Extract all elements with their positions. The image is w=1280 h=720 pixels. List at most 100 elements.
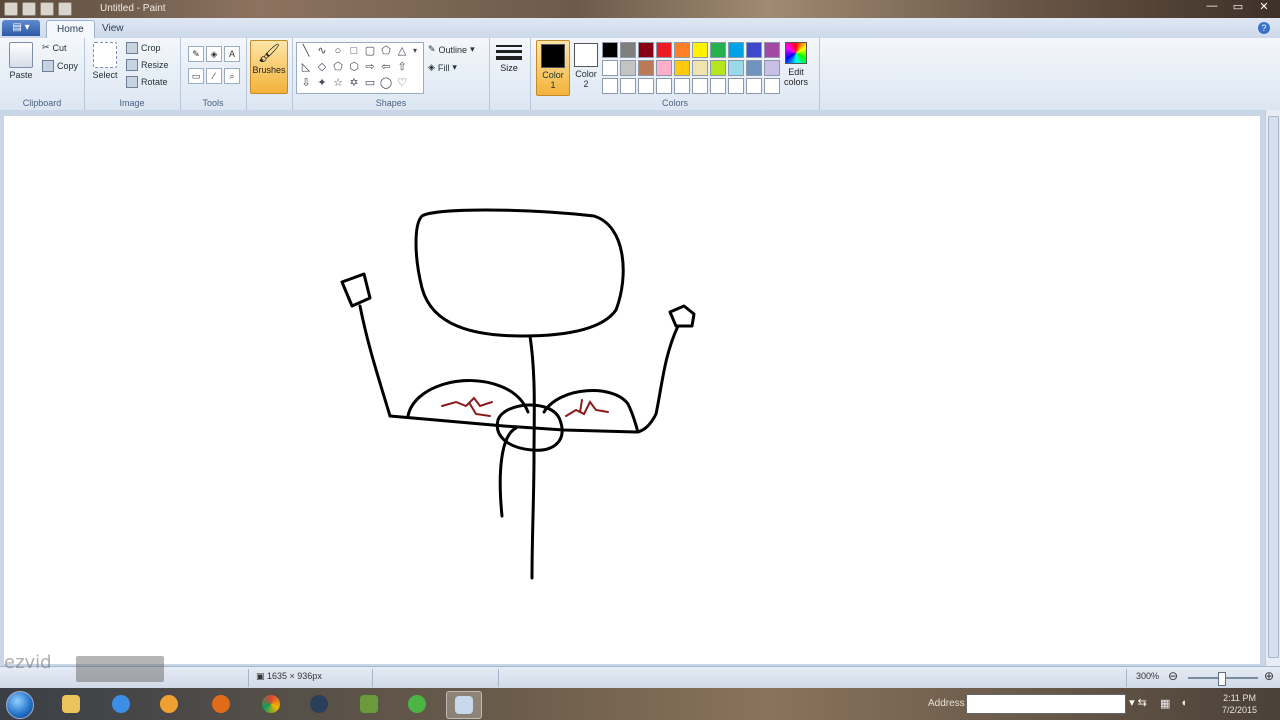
paste-button[interactable]: Paste: [6, 42, 36, 80]
text-tool-icon[interactable]: A: [224, 46, 240, 62]
taskbar-media-player[interactable]: [152, 691, 186, 717]
network-icon[interactable]: ▦: [1160, 697, 1170, 710]
triangle-shape-icon[interactable]: △: [395, 44, 409, 58]
down-arrow-shape-icon[interactable]: ⇩: [299, 76, 313, 90]
brushes-button[interactable]: 🖌 Brushes: [250, 40, 288, 94]
palette-swatch[interactable]: [656, 78, 672, 94]
pentagon-shape-icon[interactable]: ⬠: [331, 60, 345, 74]
right-triangle-shape-icon[interactable]: ◺: [299, 60, 313, 74]
copy-button[interactable]: Copy: [42, 60, 78, 72]
color2-button[interactable]: Color 2: [570, 40, 602, 94]
oval-shape-icon[interactable]: ○: [331, 44, 345, 58]
taskbar-steam[interactable]: [302, 691, 336, 717]
size-button[interactable]: Size: [494, 42, 524, 73]
five-point-star-icon[interactable]: ☆: [331, 76, 345, 90]
callout-rect-icon[interactable]: ▭: [363, 76, 377, 90]
zoom-in-icon[interactable]: ⊕: [1264, 669, 1274, 683]
taskbar-explorer[interactable]: [54, 691, 88, 717]
palette-swatch[interactable]: [620, 78, 636, 94]
palette-swatch[interactable]: [656, 42, 672, 58]
up-arrow-shape-icon[interactable]: ⇧: [395, 60, 409, 74]
zoom-slider[interactable]: [1188, 672, 1258, 686]
six-point-star-icon[interactable]: ✡: [347, 76, 361, 90]
palette-swatch[interactable]: [602, 42, 618, 58]
rotate-button[interactable]: Rotate: [126, 76, 168, 88]
palette-swatch[interactable]: [674, 60, 690, 76]
tab-home[interactable]: Home: [46, 20, 95, 39]
taskbar-firefox[interactable]: [204, 691, 238, 717]
palette-swatch[interactable]: [674, 78, 690, 94]
vertical-scrollbar[interactable]: [1265, 110, 1280, 666]
color1-button[interactable]: Color 1: [536, 40, 570, 96]
callout-oval-icon[interactable]: ◯: [379, 76, 393, 90]
zoom-slider-knob[interactable]: [1218, 672, 1226, 686]
color-picker-icon[interactable]: ⁄: [206, 68, 222, 84]
paint-app-icon[interactable]: [4, 2, 18, 16]
minimize-button[interactable]: —: [1202, 0, 1222, 13]
address-input[interactable]: [966, 694, 1126, 714]
fill-button[interactable]: ◈ Fill ▾: [428, 62, 457, 73]
hexagon-shape-icon[interactable]: ⬡: [347, 60, 361, 74]
palette-swatch[interactable]: [746, 78, 762, 94]
palette-swatch[interactable]: [710, 60, 726, 76]
right-arrow-shape-icon[interactable]: ⇨: [363, 60, 377, 74]
palette-swatch[interactable]: [620, 42, 636, 58]
magnifier-icon[interactable]: ⌕: [224, 68, 240, 84]
palette-swatch[interactable]: [692, 42, 708, 58]
volume-icon[interactable]: ◖: [1180, 697, 1187, 710]
palette-swatch[interactable]: [710, 78, 726, 94]
taskbar-chrome[interactable]: [254, 691, 288, 717]
pencil-icon[interactable]: ✎: [188, 46, 204, 62]
heart-shape-icon[interactable]: ♡: [395, 76, 409, 90]
palette-swatch[interactable]: [692, 60, 708, 76]
palette-swatch[interactable]: [746, 60, 762, 76]
select-button[interactable]: Select: [90, 42, 120, 80]
taskbar-spotify[interactable]: [400, 691, 434, 717]
crop-button[interactable]: Crop: [126, 42, 161, 54]
rectangle-shape-icon[interactable]: □: [347, 44, 361, 58]
line-shape-icon[interactable]: ╲: [299, 44, 313, 58]
diamond-shape-icon[interactable]: ◇: [315, 60, 329, 74]
palette-swatch[interactable]: [728, 42, 744, 58]
taskbar-minecraft[interactable]: [352, 691, 386, 717]
palette-swatch[interactable]: [638, 60, 654, 76]
palette-swatch[interactable]: [692, 78, 708, 94]
palette-swatch[interactable]: [764, 42, 780, 58]
taskbar-internet-explorer[interactable]: [104, 691, 138, 717]
file-menu-button[interactable]: ▤ ▾: [2, 20, 40, 36]
clock[interactable]: 2:11 PM 7/2/2015: [1222, 692, 1257, 716]
palette-swatch[interactable]: [764, 78, 780, 94]
fill-bucket-icon[interactable]: ◈: [206, 46, 222, 62]
maximize-button[interactable]: ▭: [1228, 0, 1248, 13]
start-button[interactable]: [6, 691, 34, 719]
cut-button[interactable]: ✂ Cut: [42, 42, 67, 53]
palette-swatch[interactable]: [620, 60, 636, 76]
close-button[interactable]: ✕: [1254, 0, 1274, 13]
palette-swatch[interactable]: [728, 60, 744, 76]
save-icon[interactable]: [22, 2, 36, 16]
resize-button[interactable]: Resize: [126, 59, 169, 71]
help-icon[interactable]: ?: [1258, 22, 1270, 34]
scrollbar-thumb[interactable]: [1268, 116, 1279, 658]
palette-swatch[interactable]: [602, 78, 618, 94]
palette-swatch[interactable]: [602, 60, 618, 76]
rounded-rect-shape-icon[interactable]: ▢: [363, 44, 377, 58]
palette-swatch[interactable]: [638, 78, 654, 94]
shapes-scroll-icon[interactable]: ▾: [409, 44, 421, 58]
drawing-canvas[interactable]: [4, 116, 1260, 664]
outline-button[interactable]: ✎ Outline ▾: [428, 44, 475, 55]
four-point-star-icon[interactable]: ✦: [315, 76, 329, 90]
edit-colors-button[interactable]: Edit colors: [782, 42, 810, 87]
zoom-out-icon[interactable]: ⊖: [1168, 669, 1178, 683]
eraser-icon[interactable]: ▭: [188, 68, 204, 84]
undo-icon[interactable]: [40, 2, 54, 16]
palette-swatch[interactable]: [710, 42, 726, 58]
palette-swatch[interactable]: [674, 42, 690, 58]
palette-swatch[interactable]: [746, 42, 762, 58]
left-arrow-shape-icon[interactable]: ⇦: [379, 60, 393, 74]
taskbar-paint[interactable]: [446, 691, 482, 719]
palette-swatch[interactable]: [728, 78, 744, 94]
palette-swatch[interactable]: [638, 42, 654, 58]
tab-view[interactable]: View: [92, 20, 134, 38]
polygon-shape-icon[interactable]: ⬠: [379, 44, 393, 58]
